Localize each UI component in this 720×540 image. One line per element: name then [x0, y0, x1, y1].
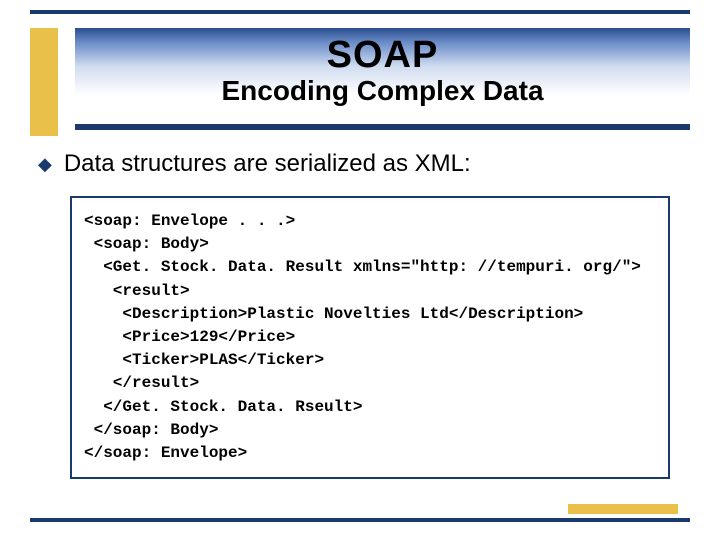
header-underline: [75, 124, 690, 130]
slide: SOAP Encoding Complex Data ◆ Data struct…: [0, 0, 720, 540]
code-line: <soap: Body>: [84, 235, 209, 253]
slide-title: SOAP: [75, 34, 690, 77]
bullet-diamond-icon: ◆: [38, 155, 52, 173]
code-line: <Ticker>PLAS</Ticker>: [84, 351, 324, 369]
content-area: ◆ Data structures are serialized as XML:…: [40, 150, 680, 479]
bottom-gold-accent: [568, 504, 678, 514]
top-accent-bar: [30, 10, 690, 14]
code-line: <result>: [84, 282, 190, 300]
code-line: <Price>129</Price>: [84, 328, 295, 346]
slide-subtitle: Encoding Complex Data: [75, 75, 690, 107]
code-line: </soap: Envelope>: [84, 444, 247, 462]
bullet-line: ◆ Data structures are serialized as XML:: [40, 150, 680, 178]
code-line: <Get. Stock. Data. Result xmlns="http: /…: [84, 258, 641, 276]
header: SOAP Encoding Complex Data: [75, 28, 690, 124]
code-line: </result>: [84, 374, 199, 392]
bullet-text: Data structures are serialized as XML:: [64, 150, 471, 178]
bottom-accent-bar: [30, 518, 690, 522]
code-line: <Description>Plastic Novelties Ltd</Desc…: [84, 305, 583, 323]
left-gold-bar: [30, 28, 58, 136]
code-box: <soap: Envelope . . .> <soap: Body> <Get…: [70, 196, 670, 479]
code-line: </Get. Stock. Data. Rseult>: [84, 398, 362, 416]
code-line: </soap: Body>: [84, 421, 218, 439]
code-line: <soap: Envelope . . .>: [84, 212, 295, 230]
